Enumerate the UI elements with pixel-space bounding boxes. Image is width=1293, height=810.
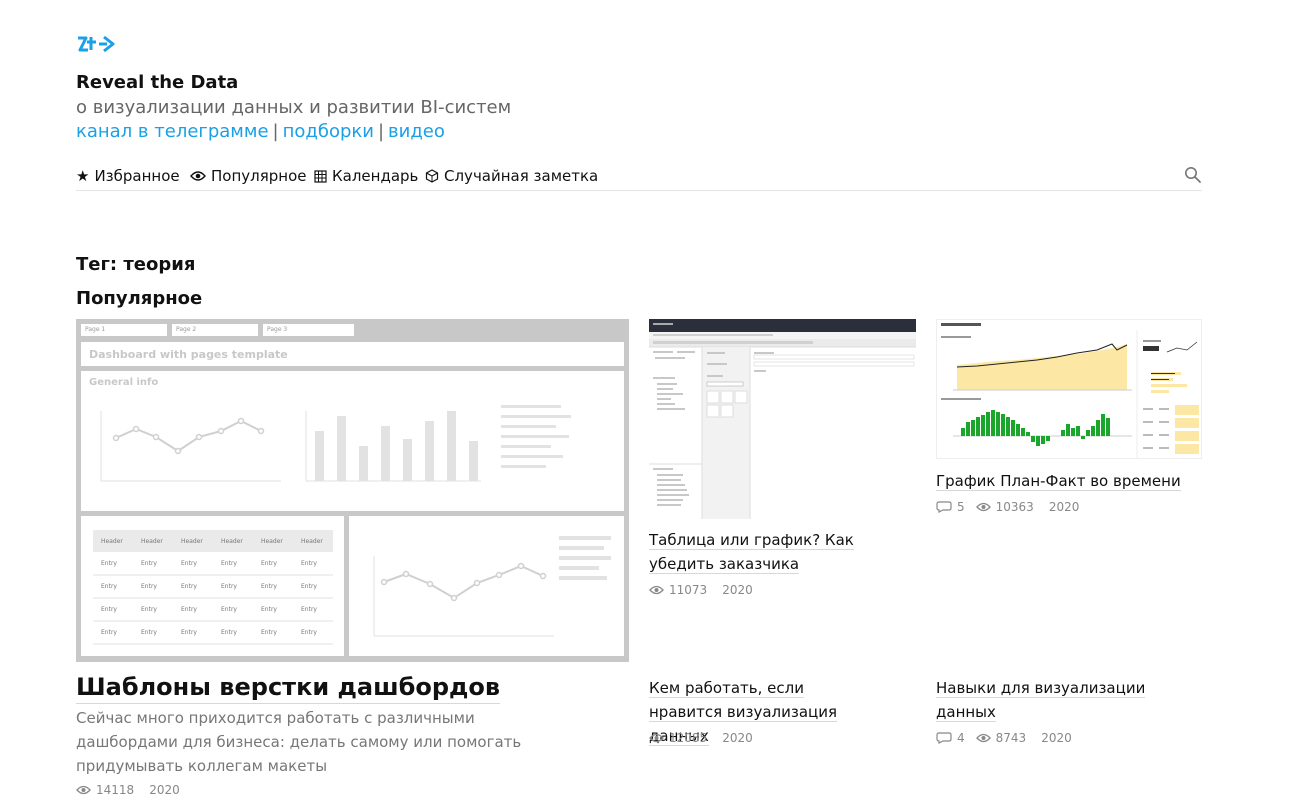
featured-meta: 14118 2020 (76, 783, 180, 797)
view-count: 11073 (669, 583, 708, 597)
thumb-table-cell: Entry (301, 560, 317, 567)
thumb-table-cell: Entry (221, 583, 237, 590)
post-year: 2020 (1048, 500, 1080, 514)
site-subtitle: о визуализации данных и развитии BI-сист… (76, 97, 512, 118)
featured-description: Сейчас много приходится работать с разли… (76, 709, 522, 775)
featured-thumbnail[interactable]: Page 1 Page 2 Page 3 Dashboard with page… (76, 319, 629, 662)
card-meta: 12085 2020 (649, 731, 753, 745)
thumb-table-header: Header (261, 538, 283, 545)
thumb-table-header: Header (141, 538, 163, 545)
view-count: 10363 (995, 500, 1034, 514)
card-title[interactable]: Таблица или график? Как убедить заказчик… (649, 528, 879, 576)
thumb-table-cell: Entry (301, 629, 317, 636)
card-meta: 11073 2020 (649, 583, 753, 597)
nav-favorites[interactable]: ★ Избранное (76, 167, 180, 185)
thumb-table-cell: Entry (141, 560, 157, 567)
thumb-table-panel: Header Header Header Header Header Heade… (81, 516, 344, 656)
tag-title: Тег: теория (76, 254, 196, 275)
site-title[interactable]: Reveal the Data (76, 72, 238, 93)
tableau-screenshot (649, 319, 916, 519)
thumb-table-cell: Entry (261, 583, 277, 590)
view-count: 12085 (669, 731, 708, 745)
comment-count: 5 (957, 500, 965, 514)
thumb-heading-panel: Dashboard with pages template (81, 342, 624, 366)
card-thumbnail[interactable] (936, 319, 1202, 459)
card-title[interactable]: Навыки для визуализации данных (936, 676, 1156, 724)
card-meta: 5 10363 2020 (936, 500, 1079, 514)
thumb-table-cell: Entry (181, 583, 197, 590)
section-title: Популярное (76, 288, 203, 309)
thumb-table-cell: Entry (101, 629, 117, 636)
thumb-table-cell: Entry (221, 606, 237, 613)
nav-random[interactable]: Случайная заметка (425, 167, 598, 185)
telegram-link[interactable]: канал в телеграмме (76, 121, 269, 142)
thumb-general-panel: General info (81, 371, 624, 511)
nav-label: Случайная заметка (444, 167, 599, 185)
dice-icon (425, 169, 439, 183)
thumb-table-cell: Entry (101, 583, 117, 590)
post-year: 2020 (149, 783, 180, 797)
site-links: канал в телеграмме | подборки | видео (76, 121, 445, 142)
nav-popular[interactable]: Популярное (190, 167, 307, 185)
thumb-table-cell: Entry (221, 629, 237, 636)
nav-label: Календарь (332, 167, 419, 185)
thumb-table-cell: Entry (261, 606, 277, 613)
thumb-table-cell: Entry (101, 606, 117, 613)
main-nav: ★ Избранное Популярное Календарь Случайн… (76, 166, 1202, 191)
card-meta: 4 8743 2020 (936, 731, 1072, 745)
star-icon: ★ (76, 166, 90, 185)
post-year: 2020 (722, 731, 753, 745)
eye-icon (649, 733, 664, 743)
calendar-icon (314, 169, 327, 183)
nav-calendar[interactable]: Календарь (314, 167, 418, 185)
thumb-table-cell: Entry (261, 629, 277, 636)
comment-count: 4 (957, 731, 965, 745)
eye-icon (76, 785, 91, 795)
thumb-line-panel (349, 516, 624, 656)
thumb-table-cell: Entry (181, 560, 197, 567)
search-icon[interactable] (1184, 166, 1202, 184)
site-logo[interactable] (76, 34, 116, 54)
video-link[interactable]: видео (388, 121, 445, 142)
comment-icon (936, 732, 952, 744)
thumb-table-header: Header (101, 538, 123, 545)
thumb-table-cell: Entry (181, 629, 197, 636)
eye-icon (975, 733, 991, 743)
thumb-table-cell: Entry (261, 560, 277, 567)
thumb-heading: Dashboard with pages template (89, 348, 288, 361)
plan-fact-screenshot (941, 323, 1199, 458)
thumb-table-cell: Entry (101, 560, 117, 567)
thumb-table-cell: Entry (221, 560, 237, 567)
thumb-table-cell: Entry (301, 583, 317, 590)
nav-label: Популярное (211, 167, 307, 185)
nav-label: Избранное (94, 167, 180, 185)
card-title[interactable]: График План-Факт во времени (936, 469, 1196, 493)
card-thumbnail[interactable] (649, 319, 916, 519)
thumb-table-header: Header (301, 538, 323, 545)
collections-link[interactable]: подборки (283, 121, 374, 142)
eye-icon (649, 585, 664, 595)
thumb-table-cell: Entry (301, 606, 317, 613)
thumb-table-cell: Entry (181, 606, 197, 613)
comment-icon (936, 501, 952, 513)
thumb-table-header: Header (221, 538, 243, 545)
thumb-table-cell: Entry (141, 606, 157, 613)
thumb-charts (100, 405, 571, 482)
post-year: 2020 (1041, 731, 1072, 745)
featured-title[interactable]: Шаблоны верстки дашбордов (76, 672, 501, 704)
post-year: 2020 (722, 583, 753, 597)
thumb-table-header: Header (181, 538, 203, 545)
thumb-table-cell: Entry (141, 629, 157, 636)
thumb-tab: Page 2 (172, 324, 258, 336)
view-count: 14118 (96, 783, 135, 797)
eye-icon (975, 502, 991, 512)
eye-icon (190, 171, 206, 181)
thumb-tab: Page 3 (263, 324, 354, 336)
thumb-tab: Page 1 (81, 324, 167, 336)
thumb-table-cell: Entry (141, 583, 157, 590)
view-count: 8743 (995, 731, 1027, 745)
